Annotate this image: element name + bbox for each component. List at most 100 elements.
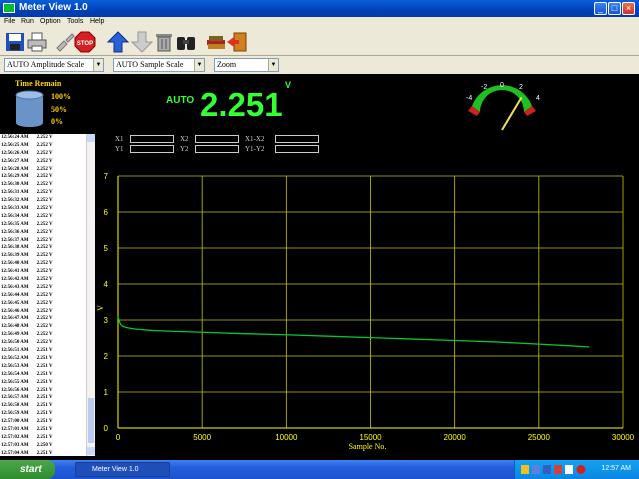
log-value: 2.251 V [36,371,53,377]
network-icon[interactable] [532,465,540,474]
log-time: 12:56:46 AM [1,308,29,314]
log-row: 12:56:47 AM 2.252 V [0,315,86,323]
log-time: 12:56:24 AM [1,135,29,140]
log-time: 12:56:38 AM [1,245,29,251]
amplitude-scale-select[interactable]: AUTO Amplitude Scale ▼ [4,58,104,72]
arrow-up-icon[interactable] [107,31,129,53]
print-icon[interactable] [26,31,48,53]
cursor-x1-label: X1 [115,135,124,143]
log-value: 2.252 V [36,174,53,180]
cursor-x2-field [195,135,239,143]
stop-label: STOP [77,41,93,47]
display-icon[interactable] [543,465,551,474]
log-value: 2.252 V [36,206,53,212]
log-row: 12:56:33 AM 2.252 V [0,205,86,213]
cursor-y2-label: Y2 [180,145,189,153]
close-button[interactable]: × [622,2,635,15]
shield-icon[interactable] [521,465,529,474]
cursor-x1-field [130,135,174,143]
log-value: 2.250 V [36,442,53,448]
gauge-tick-label: -4 [466,95,472,102]
menu-file[interactable]: File [4,18,15,25]
log-value: 2.252 V [36,221,53,227]
zoom-select[interactable]: Zoom ▼ [214,58,279,72]
log-time: 12:56:54 AM [1,371,29,377]
books-icon[interactable] [205,31,227,53]
chevron-down-icon[interactable]: ▼ [93,59,103,71]
log-row: 12:56:44 AM 2.252 V [0,292,86,300]
log-value: 2.251 V [36,434,53,440]
exit-icon[interactable] [226,31,248,53]
save-icon[interactable] [4,31,26,53]
log-row: 12:56:51 AM 2.251 V [0,347,86,355]
minimize-button[interactable]: _ [594,2,607,15]
trash-icon[interactable] [153,31,175,53]
log-time: 12:56:49 AM [1,332,29,338]
volume-icon[interactable] [565,465,573,474]
chevron-down-icon[interactable]: ▼ [194,59,204,71]
log-value: 2.252 V [36,190,53,196]
time-remain-label: Time Remain [15,79,62,88]
time-remain-level-0: 0% [51,117,63,126]
log-row: 12:57:01 AM 2.251 V [0,426,86,434]
chevron-down-icon[interactable]: ▼ [268,59,278,71]
menu-help[interactable]: Help [90,18,104,25]
log-time: 12:56:32 AM [1,198,29,204]
x-axis-label: Sample No. [349,442,387,451]
log-time: 12:56:31 AM [1,190,29,196]
binoculars-icon[interactable] [175,31,197,53]
log-time: 12:57:04 AM [1,450,29,456]
x-tick-label: 15000 [359,433,382,442]
log-time: 12:56:36 AM [1,229,29,235]
x-tick-label: 0 [116,433,121,442]
log-value: 2.251 V [36,411,53,417]
start-button[interactable]: start [0,460,55,479]
cursor-y1-field [130,145,174,153]
menu-run[interactable]: Run [21,18,34,25]
log-value: 2.251 V [36,403,53,409]
security-alert-icon[interactable] [576,465,586,474]
log-scrollbar[interactable] [86,134,95,456]
log-value: 2.252 V [36,308,53,314]
title-bar[interactable]: Meter View 1.0 _ □ × [0,0,639,17]
log-value: 2.252 V [36,182,53,188]
log-value: 2.252 V [36,261,53,267]
log-row: 12:56:30 AM 2.252 V [0,181,86,189]
log-time: 12:56:39 AM [1,253,29,259]
meter-app-icon [3,3,15,13]
scroll-up-button[interactable] [87,134,95,142]
log-row: 12:57:02 AM 2.251 V [0,434,86,442]
log-time: 12:56:51 AM [1,348,29,354]
disconnect-icon[interactable] [54,31,76,53]
log-time: 12:56:48 AM [1,324,29,330]
menu-option[interactable]: Option [40,18,61,25]
stop-icon[interactable]: STOP [74,31,96,53]
scroll-thumb[interactable] [88,398,94,443]
log-row: 12:56:35 AM 2.252 V [0,221,86,229]
log-value: 2.252 V [36,332,53,338]
sample-scale-select[interactable]: AUTO Sample Scale ▼ [113,58,205,72]
log-time: 12:56:57 AM [1,395,29,401]
log-time: 12:56:43 AM [1,284,29,290]
maximize-button[interactable]: □ [608,2,621,15]
log-row: 12:56:55 AM 2.251 V [0,379,86,387]
log-row: 12:56:34 AM 2.252 V [0,213,86,221]
log-value: 2.252 V [36,150,53,156]
options-bar: AUTO Amplitude Scale ▼ AUTO Sample Scale… [0,56,639,74]
voltage-series-line [117,316,590,348]
log-value: 2.252 V [36,340,53,346]
antivirus-icon[interactable] [554,465,562,474]
arrow-down-icon[interactable] [131,31,153,53]
x-tick-label: 25000 [528,433,551,442]
log-row: 12:56:38 AM 2.252 V [0,244,86,252]
reading-log-list[interactable]: 12:56:24 AM 2.252 V 12:56:25 AM 2.252 V 12:5… [0,134,86,456]
scroll-down-button[interactable] [87,447,95,455]
log-time: 12:56:27 AM [1,158,29,164]
taskbar-item-meter-view[interactable]: Meter View 1.0 [75,462,170,477]
log-time: 12:56:28 AM [1,166,29,172]
time-remain-level-50: 50% [51,105,67,114]
log-time: 12:56:56 AM [1,387,29,393]
menu-tools[interactable]: Tools [67,18,83,25]
log-value: 2.251 V [36,426,53,432]
log-row: 12:56:54 AM 2.251 V [0,371,86,379]
